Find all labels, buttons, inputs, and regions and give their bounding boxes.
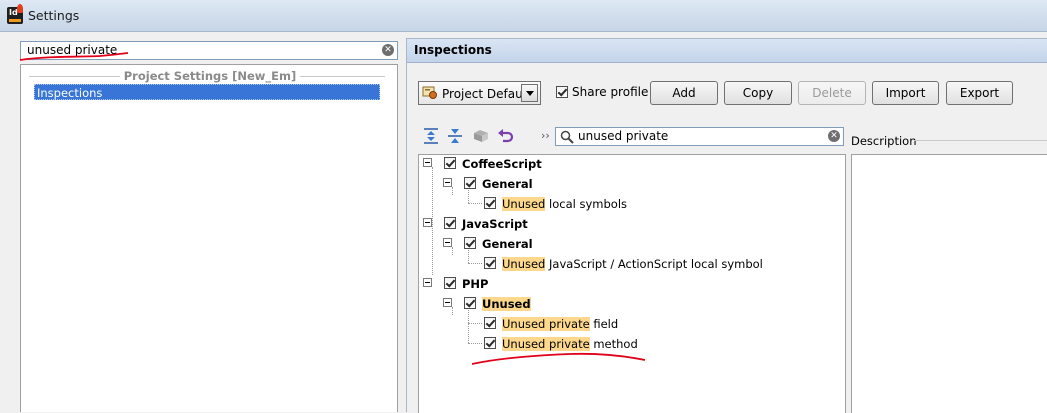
checkbox-php-unused[interactable] [464, 297, 476, 309]
expander-javascript-general[interactable] [443, 238, 452, 247]
export-button[interactable]: Export [946, 81, 1013, 105]
tree-node-coffeescript-general[interactable]: General [482, 177, 533, 191]
tree-node-coffeescript[interactable]: CoffeeScript [462, 157, 542, 171]
match-highlight: Unused [502, 197, 546, 211]
description-divider [914, 140, 1047, 141]
import-button[interactable]: Import [872, 81, 939, 105]
share-profile-checkbox[interactable] [556, 86, 568, 98]
inspections-panel: Inspections Project Default Share profil… [406, 38, 1047, 413]
match-highlight: Unused private [502, 337, 590, 351]
checkbox-unused-local-symbols[interactable] [484, 197, 496, 209]
tree-node-unused-local-symbols[interactable]: Unused local symbols [502, 197, 627, 211]
delete-button[interactable]: Delete [798, 81, 866, 105]
copy-button[interactable]: Copy [724, 81, 792, 105]
match-highlight: Unused [502, 257, 546, 271]
app-icon: Id [7, 4, 23, 24]
checkbox-php[interactable] [444, 277, 456, 289]
expander-coffeescript[interactable] [423, 158, 432, 167]
tree-node-javascript[interactable]: JavaScript [462, 217, 528, 231]
profile-icon [422, 86, 437, 99]
tree-node-php[interactable]: PHP [462, 277, 488, 291]
profile-selected-value: Project Default [442, 87, 531, 101]
dropdown-arrow-icon[interactable] [521, 84, 538, 102]
checkbox-unused-private-field[interactable] [484, 317, 496, 329]
checkbox-javascript-general[interactable] [464, 237, 476, 249]
expander-coffeescript-general[interactable] [443, 178, 452, 187]
collapse-all-icon[interactable] [446, 127, 464, 145]
more-filters-chevron[interactable]: ›› [541, 129, 550, 142]
tree-node-unused-js-local-symbol[interactable]: Unused JavaScript / ActionScript local s… [502, 257, 763, 271]
checkbox-unused-private-method[interactable] [484, 337, 496, 349]
tree-node-php-unused[interactable]: Unused [482, 297, 531, 311]
tree-node-unused-private-method[interactable]: Unused private method [502, 337, 638, 351]
window-title: Settings [28, 8, 80, 23]
expander-php[interactable] [423, 278, 432, 287]
node-rest-text: field [589, 317, 619, 331]
checkbox-javascript[interactable] [444, 217, 456, 229]
inspection-filter-input[interactable]: unused private ✕ [555, 127, 844, 146]
group-header: Project Settings [New_Em] [21, 69, 399, 83]
expand-all-icon[interactable] [422, 127, 440, 145]
group-header-label: Project Settings [New_Em] [119, 69, 301, 83]
description-pane [851, 154, 1047, 413]
nav-item-inspections[interactable]: Inspections [34, 84, 380, 100]
clear-filter-icon[interactable]: ✕ [828, 130, 840, 142]
checkbox-coffeescript-general[interactable] [464, 177, 476, 189]
undo-icon[interactable] [497, 127, 515, 145]
nav-item-label: Inspections [37, 86, 103, 100]
expander-javascript[interactable] [423, 218, 432, 227]
inspection-tree: CoffeeScript General Unused local symbol… [418, 154, 846, 413]
settings-search-input[interactable]: unused private ✕ [20, 41, 398, 60]
checkbox-unused-js-local-symbol[interactable] [484, 257, 496, 269]
match-highlight: Unused private [502, 317, 590, 331]
tree-node-javascript-general[interactable]: General [482, 237, 533, 251]
clear-search-icon[interactable]: ✕ [382, 44, 394, 56]
reset-icon[interactable] [472, 127, 490, 145]
settings-search-value: unused private [27, 43, 118, 57]
add-button[interactable]: Add [650, 81, 718, 105]
description-label: Description [851, 134, 917, 148]
node-rest-text: method [589, 337, 638, 351]
title-bar: Id Settings [0, 0, 1047, 32]
tree-node-unused-private-field[interactable]: Unused private field [502, 317, 618, 331]
node-rest-text: JavaScript / ActionScript local symbol [545, 257, 763, 271]
filter-value: unused private [578, 129, 669, 143]
match-highlight: Unused [482, 297, 531, 311]
checkbox-coffeescript[interactable] [444, 157, 456, 169]
profile-dropdown[interactable]: Project Default [418, 81, 541, 105]
node-rest-text: local symbols [545, 197, 628, 211]
settings-tree: Project Settings [New_Em] Inspections [20, 64, 398, 412]
search-icon [560, 130, 574, 144]
expander-php-unused[interactable] [443, 298, 452, 307]
panel-header: Inspections [407, 39, 1047, 63]
share-profile-label: Share profile [572, 85, 649, 99]
